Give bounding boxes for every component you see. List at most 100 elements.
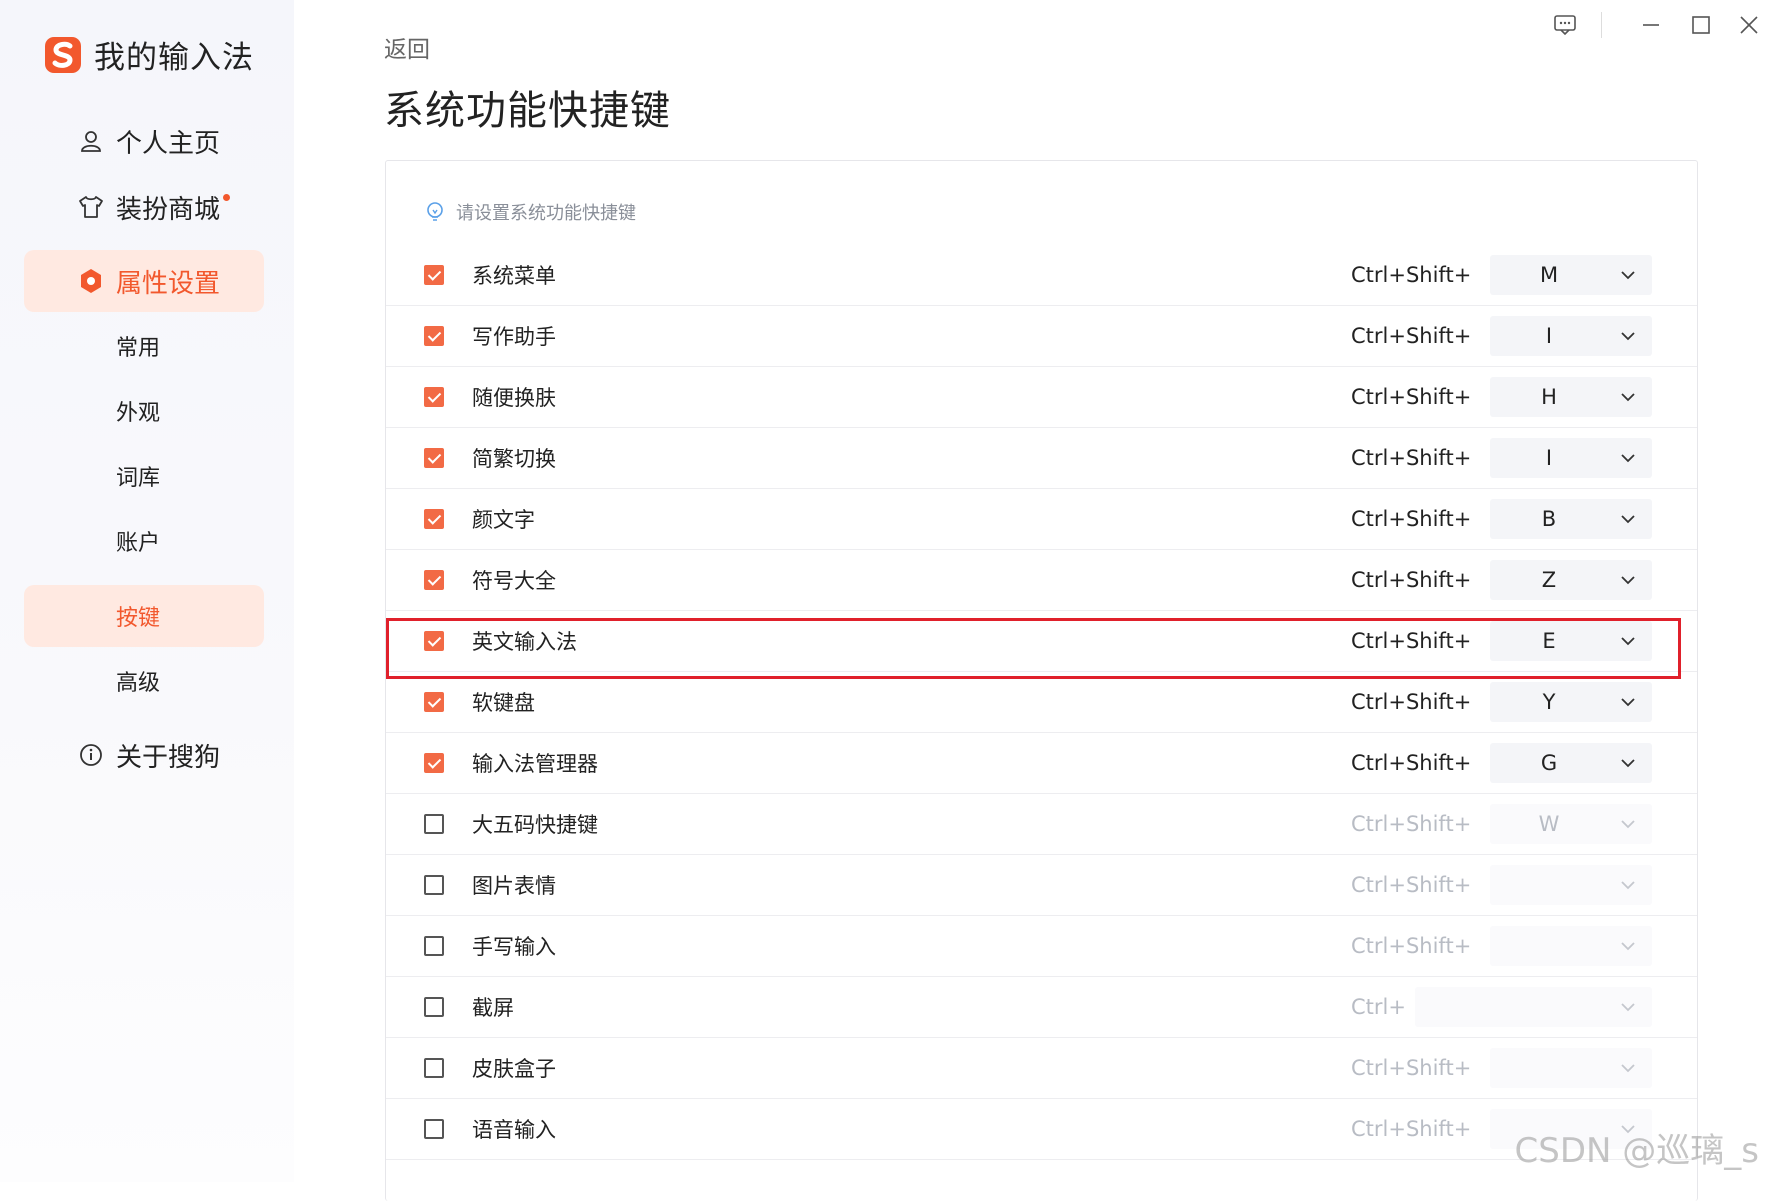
key-select[interactable]: I (1490, 437, 1652, 478)
sub-nav-label: 按键 (116, 606, 161, 631)
shortcut-label: 简繁切换 (472, 446, 556, 471)
modifier-prefix: Ctrl+Shift+ (1351, 811, 1472, 836)
shortcut-label: 随便换肤 (472, 385, 556, 410)
shortcut-row: 英文输入法 Ctrl+Shift+ E (386, 610, 1697, 672)
sub-nav-advanced[interactable]: 高级 (24, 650, 264, 712)
key-select[interactable]: B (1490, 498, 1652, 539)
chevron-down-icon (1621, 880, 1635, 889)
watermark: CSDN @巡璃_s (1514, 1131, 1759, 1171)
shortcut-checkbox[interactable] (424, 874, 444, 895)
sub-nav-account[interactable]: 账户 (24, 510, 264, 572)
key-select[interactable] (1490, 1047, 1652, 1088)
divider (1601, 12, 1602, 38)
chevron-down-icon (1621, 575, 1635, 584)
key-select[interactable] (1490, 925, 1652, 966)
lightbulb-icon (424, 201, 446, 223)
sub-nav-common[interactable]: 常用 (24, 315, 264, 377)
sub-nav-label: 高级 (116, 671, 161, 696)
shortcut-label: 写作助手 (472, 324, 556, 349)
shortcut-checkbox[interactable] (424, 325, 444, 346)
shortcut-checkbox[interactable] (424, 447, 444, 468)
app-header: 我的输入法 (44, 32, 254, 77)
close-icon[interactable] (1729, 8, 1765, 42)
shortcut-label: 皮肤盒子 (472, 1056, 556, 1081)
shortcut-checkbox[interactable] (424, 508, 444, 529)
app-title: 我的输入法 (94, 40, 254, 76)
key-select[interactable]: Y (1490, 681, 1652, 722)
shortcut-row: 随便换肤 Ctrl+Shift+ H (386, 366, 1697, 428)
shortcut-checkbox[interactable] (424, 630, 444, 651)
shirt-icon (76, 192, 106, 222)
key-value: Z (1541, 567, 1557, 592)
sub-nav-keys[interactable]: 按键 (24, 585, 264, 647)
key-select[interactable]: G (1490, 742, 1652, 783)
shortcut-row: 符号大全 Ctrl+Shift+ Z (386, 549, 1697, 611)
maximize-icon[interactable] (1681, 8, 1721, 42)
sub-nav-label: 账户 (116, 531, 161, 556)
key-select[interactable]: W (1490, 803, 1652, 844)
key-select[interactable]: E (1490, 620, 1652, 661)
modifier-prefix: Ctrl+Shift+ (1351, 1055, 1472, 1080)
modifier-prefix: Ctrl+Shift+ (1351, 750, 1472, 775)
shortcut-row: 皮肤盒子 Ctrl+Shift+ (386, 1037, 1697, 1099)
key-value: B (1541, 506, 1557, 531)
nav-item-about[interactable]: 关于搜狗 (24, 724, 264, 786)
nav-item-skin-store[interactable]: 装扮商城 (24, 176, 264, 238)
sub-nav-label: 常用 (116, 336, 161, 361)
shortcut-row: 简繁切换 Ctrl+Shift+ I (386, 427, 1697, 489)
shortcut-checkbox[interactable] (424, 691, 444, 712)
modifier-prefix: Ctrl+Shift+ (1351, 872, 1472, 897)
key-select[interactable]: M (1490, 254, 1652, 295)
minimize-icon[interactable] (1631, 8, 1671, 42)
key-select[interactable] (1490, 864, 1652, 905)
shortcut-label: 语音输入 (472, 1117, 556, 1142)
key-value: M (1539, 262, 1559, 287)
chevron-down-icon (1621, 1063, 1635, 1072)
modifier-prefix: Ctrl+Shift+ (1351, 933, 1472, 958)
shortcut-row: 语音输入 Ctrl+Shift+ (386, 1098, 1697, 1160)
sub-nav-lexicon[interactable]: 词库 (24, 445, 264, 507)
chevron-down-icon (1621, 697, 1635, 706)
key-value: E (1542, 628, 1556, 653)
shortcut-label: 软键盘 (472, 690, 535, 715)
shortcut-checkbox[interactable] (424, 935, 444, 956)
shortcut-checkbox[interactable] (424, 752, 444, 773)
shortcut-checkbox[interactable] (424, 386, 444, 407)
shortcut-checkbox[interactable] (424, 813, 444, 834)
shortcut-checkbox[interactable] (424, 264, 444, 285)
chevron-down-icon (1621, 392, 1635, 401)
key-select[interactable] (1415, 986, 1652, 1027)
feedback-icon[interactable] (1545, 8, 1585, 42)
shortcut-row: 截屏 Ctrl+ (386, 976, 1697, 1038)
shortcut-row: 大五码快捷键 Ctrl+Shift+ W (386, 793, 1697, 855)
page-title: 系统功能快捷键 (384, 88, 671, 134)
chevron-down-icon (1621, 270, 1635, 279)
shortcut-checkbox[interactable] (424, 569, 444, 590)
shortcut-label: 系统菜单 (472, 263, 556, 288)
shortcut-row: 系统菜单 Ctrl+Shift+ M (386, 244, 1697, 306)
back-link[interactable]: 返回 (384, 30, 430, 64)
shortcut-label: 截屏 (472, 995, 514, 1020)
nav-item-property-settings[interactable]: 属性设置 (24, 250, 264, 312)
modifier-prefix: Ctrl+Shift+ (1351, 567, 1472, 592)
shortcut-row: 手写输入 Ctrl+Shift+ (386, 915, 1697, 977)
key-value: Y (1542, 689, 1556, 714)
nav-item-label: 个人主页 (116, 128, 221, 159)
key-select[interactable]: I (1490, 315, 1652, 356)
chevron-down-icon (1621, 1002, 1635, 1011)
modifier-prefix: Ctrl+Shift+ (1351, 506, 1472, 531)
shortcut-checkbox[interactable] (424, 1118, 444, 1139)
shortcut-row: 颜文字 Ctrl+Shift+ B (386, 488, 1697, 550)
shortcut-checkbox[interactable] (424, 1057, 444, 1078)
sub-nav-label: 词库 (116, 466, 161, 491)
sub-nav-appearance[interactable]: 外观 (24, 380, 264, 442)
shortcut-checkbox[interactable] (424, 996, 444, 1017)
key-select[interactable]: H (1490, 376, 1652, 417)
key-value: W (1538, 811, 1560, 836)
notification-dot (223, 193, 231, 201)
key-value: I (1545, 445, 1553, 470)
key-value: I (1545, 323, 1553, 348)
nav-item-label: 属性设置 (116, 268, 221, 299)
key-select[interactable]: Z (1490, 559, 1652, 600)
nav-item-profile[interactable]: 个人主页 (24, 110, 264, 172)
